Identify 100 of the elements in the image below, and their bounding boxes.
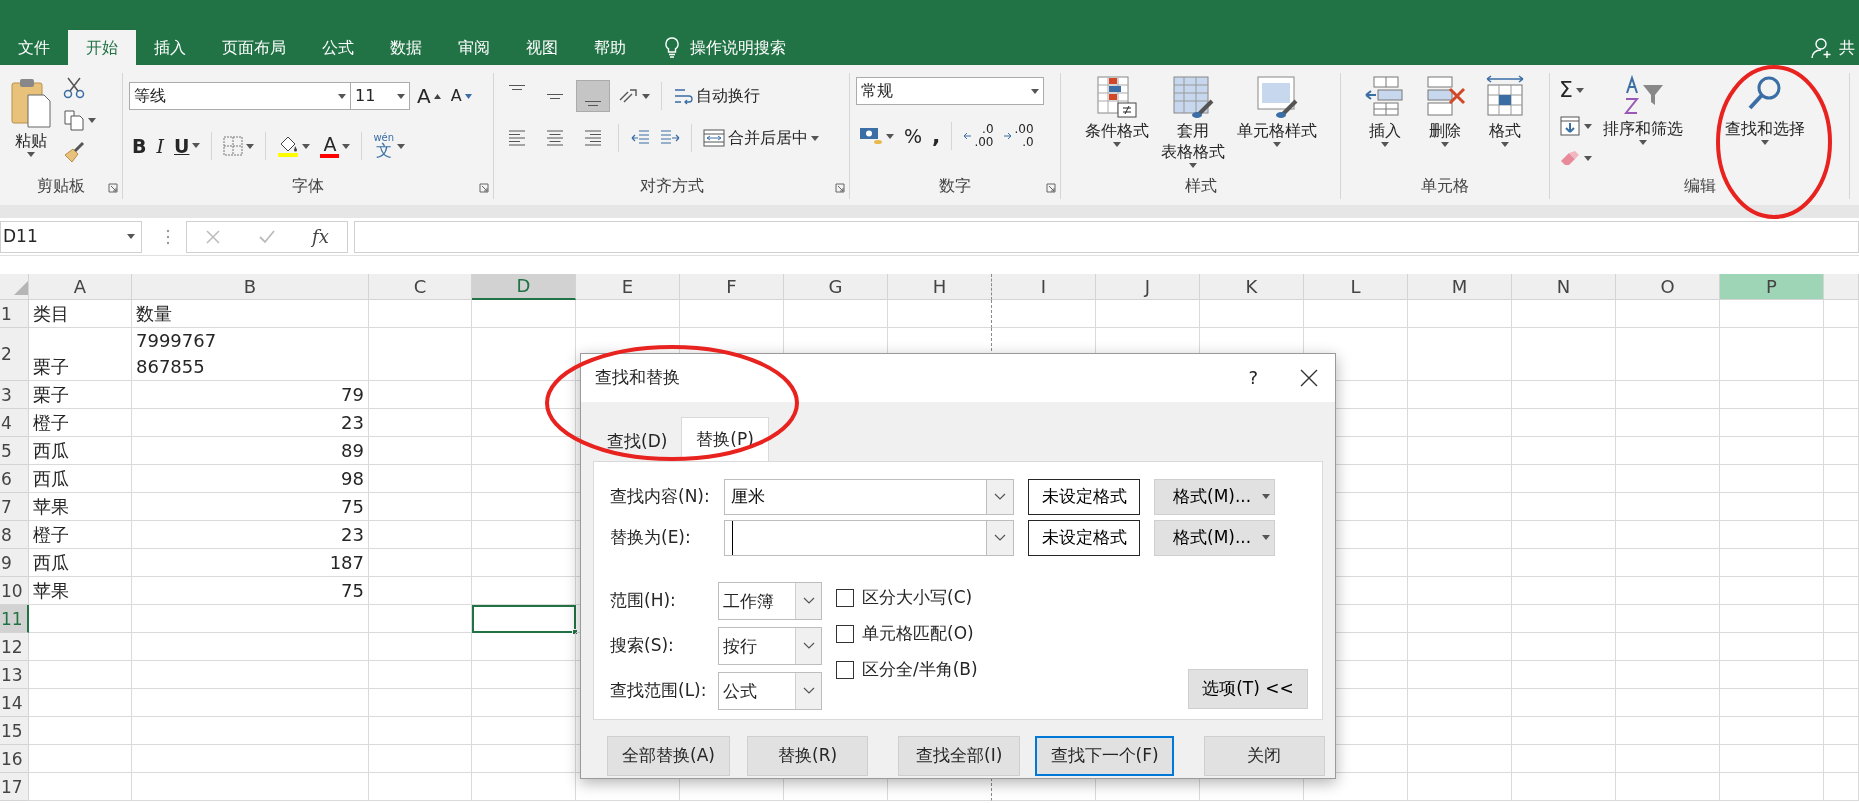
checkbox[interactable]: [836, 589, 854, 607]
dialog-launcher-icon[interactable]: [479, 183, 489, 193]
column-header[interactable]: E: [576, 274, 680, 300]
font-size-dropdown[interactable]: 11: [350, 82, 410, 110]
increase-decimal-button[interactable]: .0 .00: [960, 120, 997, 152]
dropdown[interactable]: 公式: [718, 671, 822, 710]
comma-button[interactable]: ,: [929, 120, 944, 152]
insert-button[interactable]: 插入: [1360, 73, 1410, 173]
column-header[interactable]: N: [1512, 274, 1616, 300]
checkbox[interactable]: [836, 661, 854, 679]
ribbon-tab[interactable]: 页面布局: [204, 30, 304, 65]
row-header[interactable]: 5: [0, 437, 29, 465]
column-header[interactable]: J: [1096, 274, 1200, 300]
phonetic-guide-button[interactable]: wén 文: [370, 131, 409, 161]
bold-button[interactable]: B: [129, 132, 150, 160]
row-header[interactable]: 12: [0, 633, 29, 661]
ribbon-tab[interactable]: 公式: [304, 30, 372, 65]
ribbon-tab[interactable]: 插入: [136, 30, 204, 65]
dialog-button[interactable]: 关闭: [1203, 736, 1325, 776]
row-header[interactable]: 4: [0, 409, 29, 437]
column-header[interactable]: M: [1408, 274, 1512, 300]
insert-function-button[interactable]: fx: [308, 223, 332, 250]
row-header[interactable]: 3: [0, 381, 29, 409]
row-header[interactable]: 9: [0, 549, 29, 577]
replace-field[interactable]: [724, 519, 986, 556]
row-header[interactable]: 6: [0, 465, 29, 493]
wrap-text-button[interactable]: 自动换行: [670, 84, 763, 108]
options-button[interactable]: 选项(T) <<: [1188, 669, 1308, 709]
row-header[interactable]: 17: [0, 773, 29, 801]
dialog-button[interactable]: 查找下一个(F): [1035, 736, 1174, 776]
column-header[interactable]: F: [680, 274, 784, 300]
conditional-formatting-button[interactable]: 条件格式: [1080, 73, 1153, 173]
row-header[interactable]: 8: [0, 521, 29, 549]
row-header[interactable]: 1: [0, 300, 29, 328]
dialog-button[interactable]: 查找全部(I): [898, 736, 1021, 776]
italic-button[interactable]: I: [153, 132, 167, 160]
column-header[interactable]: B: [132, 274, 369, 300]
ribbon-tab[interactable]: 视图: [508, 30, 576, 65]
number-format-dropdown[interactable]: 常规: [856, 77, 1044, 105]
share-button[interactable]: 共: [1839, 35, 1855, 60]
paste-button[interactable]: 粘贴: [6, 73, 56, 173]
fill-handle[interactable]: [572, 629, 578, 635]
find-select-button[interactable]: 查找和选择: [1721, 73, 1809, 173]
ribbon-tab[interactable]: 帮助: [576, 30, 644, 65]
grow-font-button[interactable]: A: [414, 82, 444, 110]
dialog-launcher-icon[interactable]: [835, 183, 845, 193]
format-preview-button[interactable]: 未设定格式: [1028, 519, 1140, 556]
format-button[interactable]: 格式(M)...: [1154, 519, 1275, 556]
dialog-button[interactable]: 替换(R): [747, 736, 869, 776]
underline-button[interactable]: U: [171, 132, 204, 160]
dropdown[interactable]: 工作簿: [718, 581, 822, 620]
ribbon-tab[interactable]: 文件: [0, 30, 68, 65]
search-prompt[interactable]: 操作说明搜索: [690, 35, 786, 60]
column-header[interactable]: D: [472, 274, 576, 300]
column-header[interactable]: C: [369, 274, 472, 300]
checkbox[interactable]: [836, 625, 854, 643]
help-button[interactable]: ?: [1245, 365, 1261, 391]
row-header[interactable]: 2: [0, 328, 29, 381]
ribbon-tab[interactable]: 审阅: [440, 30, 508, 65]
autosum-button[interactable]: Σ: [1556, 75, 1595, 106]
column-header[interactable]: I: [992, 274, 1096, 300]
shrink-font-button[interactable]: A: [447, 84, 475, 108]
bottom-align-button[interactable]: [576, 80, 610, 112]
column-header[interactable]: A: [29, 274, 132, 300]
cell-styles-button[interactable]: 单元格样式: [1232, 73, 1321, 173]
dialog-launcher-icon[interactable]: [108, 183, 118, 193]
format-button[interactable]: 格式(M)...: [1154, 478, 1275, 515]
dialog-launcher-icon[interactable]: [1046, 183, 1056, 193]
font-color-button[interactable]: A: [317, 132, 354, 160]
font-name-dropdown[interactable]: 等线: [129, 82, 351, 110]
name-box[interactable]: D11: [0, 220, 142, 253]
ribbon-tab[interactable]: 数据: [372, 30, 440, 65]
row-header[interactable]: 13: [0, 661, 29, 689]
delete-button[interactable]: 删除: [1420, 73, 1470, 173]
column-header[interactable]: G: [784, 274, 888, 300]
column-header[interactable]: H: [888, 274, 992, 300]
row-header[interactable]: 11: [0, 605, 29, 633]
ribbon-tab[interactable]: 开始: [68, 30, 136, 65]
row-header[interactable]: 15: [0, 717, 29, 745]
row-header[interactable]: 14: [0, 689, 29, 717]
dropdown[interactable]: 按行: [718, 626, 822, 665]
format-button[interactable]: 格式: [1480, 73, 1530, 173]
row-header[interactable]: 7: [0, 493, 29, 521]
row-header[interactable]: 10: [0, 577, 29, 605]
column-header[interactable]: P: [1720, 274, 1824, 300]
column-header[interactable]: L: [1304, 274, 1408, 300]
format-as-table-button[interactable]: 套用 表格格式: [1156, 73, 1229, 173]
dialog-button[interactable]: 全部替换(A): [607, 736, 731, 776]
dialog-tab[interactable]: 查找(D): [593, 421, 682, 461]
column-header[interactable]: K: [1200, 274, 1304, 300]
column-header[interactable]: O: [1616, 274, 1720, 300]
decrease-decimal-button[interactable]: .00 .0: [1000, 120, 1037, 152]
percent-button[interactable]: %: [901, 122, 926, 150]
formula-input[interactable]: [354, 220, 1859, 253]
dialog-tab[interactable]: 替换(P): [681, 416, 769, 461]
format-preview-button[interactable]: 未设定格式: [1028, 478, 1140, 515]
merge-center-button[interactable]: 合并后居中: [700, 126, 822, 150]
active-cell[interactable]: [472, 605, 576, 633]
find-field[interactable]: 厘米: [724, 478, 986, 515]
row-header[interactable]: 16: [0, 745, 29, 773]
